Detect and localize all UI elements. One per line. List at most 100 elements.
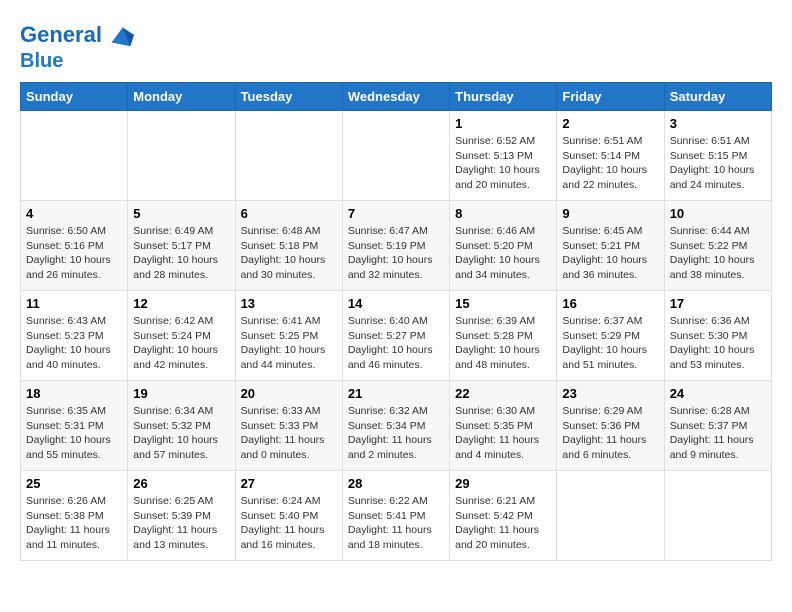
calendar-cell	[128, 111, 235, 201]
cell-info: Sunrise: 6:21 AM Sunset: 5:42 PM Dayligh…	[455, 494, 551, 553]
logo-text-blue: Blue	[20, 50, 134, 72]
cell-info: Sunrise: 6:48 AM Sunset: 5:18 PM Dayligh…	[241, 224, 337, 283]
calendar-cell: 17Sunrise: 6:36 AM Sunset: 5:30 PM Dayli…	[664, 291, 771, 381]
day-number: 19	[133, 386, 229, 401]
calendar-cell	[235, 111, 342, 201]
day-number: 16	[562, 296, 658, 311]
logo: General Blue	[20, 20, 134, 72]
cell-info: Sunrise: 6:50 AM Sunset: 5:16 PM Dayligh…	[26, 224, 122, 283]
cell-info: Sunrise: 6:28 AM Sunset: 5:37 PM Dayligh…	[670, 404, 766, 463]
week-row-4: 18Sunrise: 6:35 AM Sunset: 5:31 PM Dayli…	[21, 381, 772, 471]
cell-info: Sunrise: 6:45 AM Sunset: 5:21 PM Dayligh…	[562, 224, 658, 283]
cell-info: Sunrise: 6:30 AM Sunset: 5:35 PM Dayligh…	[455, 404, 551, 463]
calendar-cell: 19 Sunrise: 6:34 AM Sunset: 5:32 PM Dayli…	[128, 381, 235, 471]
day-number: 17	[670, 296, 766, 311]
calendar-cell: 25Sunrise: 6:26 AM Sunset: 5:38 PM Dayli…	[21, 471, 128, 561]
calendar-cell: 20 Sunrise: 6:33 AM Sunset: 5:33 PM Dayli…	[235, 381, 342, 471]
calendar-cell	[21, 111, 128, 201]
day-number: 28	[348, 476, 444, 491]
week-row-1: 1 Sunrise: 6:52 AM Sunset: 5:13 PM Daylig…	[21, 111, 772, 201]
cell-info: Sunrise: 6:29 AM Sunset: 5:36 PM Dayligh…	[562, 404, 658, 463]
day-number: 18	[26, 386, 122, 401]
calendar-cell: 10 Sunrise: 6:44 AM Sunset: 5:22 PM Dayli…	[664, 201, 771, 291]
day-number: 6	[241, 206, 337, 221]
calendar-cell: 26Sunrise: 6:25 AM Sunset: 5:39 PM Dayli…	[128, 471, 235, 561]
calendar-cell: 9 Sunrise: 6:45 AM Sunset: 5:21 PM Daylig…	[557, 201, 664, 291]
day-header-tuesday: Tuesday	[235, 83, 342, 111]
calendar-cell: 29 Sunrise: 6:21 AM Sunset: 5:42 PM Dayli…	[450, 471, 557, 561]
week-row-5: 25Sunrise: 6:26 AM Sunset: 5:38 PM Dayli…	[21, 471, 772, 561]
calendar-body: 1 Sunrise: 6:52 AM Sunset: 5:13 PM Daylig…	[21, 111, 772, 561]
day-number: 9	[562, 206, 658, 221]
cell-info: Sunrise: 6:41 AM Sunset: 5:25 PM Dayligh…	[241, 314, 337, 373]
cell-info: Sunrise: 6:40 AM Sunset: 5:27 PM Dayligh…	[348, 314, 444, 373]
day-number: 26	[133, 476, 229, 491]
cell-info: Sunrise: 6:52 AM Sunset: 5:13 PM Dayligh…	[455, 134, 551, 193]
day-number: 4	[26, 206, 122, 221]
cell-info: Sunrise: 6:42 AM Sunset: 5:24 PM Dayligh…	[133, 314, 229, 373]
header: General Blue	[20, 20, 772, 72]
day-number: 1	[455, 116, 551, 131]
cell-info: Sunrise: 6:37 AM Sunset: 5:29 PM Dayligh…	[562, 314, 658, 373]
day-number: 10	[670, 206, 766, 221]
cell-info: Sunrise: 6:44 AM Sunset: 5:22 PM Dayligh…	[670, 224, 766, 283]
calendar-cell	[664, 471, 771, 561]
cell-info: Sunrise: 6:24 AM Sunset: 5:40 PM Dayligh…	[241, 494, 337, 553]
calendar-cell	[342, 111, 449, 201]
calendar-cell: 11 Sunrise: 6:43 AM Sunset: 5:23 PM Dayli…	[21, 291, 128, 381]
day-header-wednesday: Wednesday	[342, 83, 449, 111]
week-row-2: 4 Sunrise: 6:50 AM Sunset: 5:16 PM Daylig…	[21, 201, 772, 291]
calendar-cell: 3 Sunrise: 6:51 AM Sunset: 5:15 PM Daylig…	[664, 111, 771, 201]
calendar-cell: 14 Sunrise: 6:40 AM Sunset: 5:27 PM Dayli…	[342, 291, 449, 381]
cell-info: Sunrise: 6:47 AM Sunset: 5:19 PM Dayligh…	[348, 224, 444, 283]
day-header-friday: Friday	[557, 83, 664, 111]
calendar-cell: 28 Sunrise: 6:22 AM Sunset: 5:41 PM Dayli…	[342, 471, 449, 561]
cell-info: Sunrise: 6:22 AM Sunset: 5:41 PM Dayligh…	[348, 494, 444, 553]
cell-info: Sunrise: 6:33 AM Sunset: 5:33 PM Dayligh…	[241, 404, 337, 463]
day-number: 20	[241, 386, 337, 401]
day-header-monday: Monday	[128, 83, 235, 111]
day-number: 7	[348, 206, 444, 221]
calendar-cell: 1 Sunrise: 6:52 AM Sunset: 5:13 PM Daylig…	[450, 111, 557, 201]
calendar-cell: 24 Sunrise: 6:28 AM Sunset: 5:37 PM Dayli…	[664, 381, 771, 471]
day-number: 11	[26, 296, 122, 311]
cell-info: Sunrise: 6:43 AM Sunset: 5:23 PM Dayligh…	[26, 314, 122, 373]
day-number: 25	[26, 476, 122, 491]
day-number: 21	[348, 386, 444, 401]
day-number: 5	[133, 206, 229, 221]
day-number: 24	[670, 386, 766, 401]
calendar-cell: 22Sunrise: 6:30 AM Sunset: 5:35 PM Dayli…	[450, 381, 557, 471]
day-number: 8	[455, 206, 551, 221]
calendar-cell: 23 Sunrise: 6:29 AM Sunset: 5:36 PM Dayli…	[557, 381, 664, 471]
cell-info: Sunrise: 6:51 AM Sunset: 5:15 PM Dayligh…	[670, 134, 766, 193]
day-number: 14	[348, 296, 444, 311]
cell-info: Sunrise: 6:34 AM Sunset: 5:32 PM Dayligh…	[133, 404, 229, 463]
calendar-cell: 13 Sunrise: 6:41 AM Sunset: 5:25 PM Dayli…	[235, 291, 342, 381]
calendar-cell: 15 Sunrise: 6:39 AM Sunset: 5:28 PM Dayli…	[450, 291, 557, 381]
calendar-cell: 2Sunrise: 6:51 AM Sunset: 5:14 PM Daylig…	[557, 111, 664, 201]
cell-info: Sunrise: 6:32 AM Sunset: 5:34 PM Dayligh…	[348, 404, 444, 463]
header-row: SundayMondayTuesdayWednesdayThursdayFrid…	[21, 83, 772, 111]
calendar-cell: 5 Sunrise: 6:49 AM Sunset: 5:17 PM Daylig…	[128, 201, 235, 291]
cell-info: Sunrise: 6:49 AM Sunset: 5:17 PM Dayligh…	[133, 224, 229, 283]
calendar-cell: 21 Sunrise: 6:32 AM Sunset: 5:34 PM Dayli…	[342, 381, 449, 471]
calendar-cell: 6 Sunrise: 6:48 AM Sunset: 5:18 PM Daylig…	[235, 201, 342, 291]
calendar-table: SundayMondayTuesdayWednesdayThursdayFrid…	[20, 82, 772, 561]
day-header-sunday: Sunday	[21, 83, 128, 111]
day-number: 2	[562, 116, 658, 131]
calendar-cell: 16 Sunrise: 6:37 AM Sunset: 5:29 PM Dayli…	[557, 291, 664, 381]
day-number: 13	[241, 296, 337, 311]
day-number: 23	[562, 386, 658, 401]
cell-info: Sunrise: 6:39 AM Sunset: 5:28 PM Dayligh…	[455, 314, 551, 373]
calendar-cell: 12Sunrise: 6:42 AM Sunset: 5:24 PM Dayli…	[128, 291, 235, 381]
calendar-cell: 18Sunrise: 6:35 AM Sunset: 5:31 PM Dayli…	[21, 381, 128, 471]
day-number: 3	[670, 116, 766, 131]
day-number: 15	[455, 296, 551, 311]
day-number: 29	[455, 476, 551, 491]
cell-info: Sunrise: 6:46 AM Sunset: 5:20 PM Dayligh…	[455, 224, 551, 283]
calendar-header: SundayMondayTuesdayWednesdayThursdayFrid…	[21, 83, 772, 111]
day-header-thursday: Thursday	[450, 83, 557, 111]
calendar-cell: 8 Sunrise: 6:46 AM Sunset: 5:20 PM Daylig…	[450, 201, 557, 291]
week-row-3: 11 Sunrise: 6:43 AM Sunset: 5:23 PM Dayli…	[21, 291, 772, 381]
calendar-cell	[557, 471, 664, 561]
